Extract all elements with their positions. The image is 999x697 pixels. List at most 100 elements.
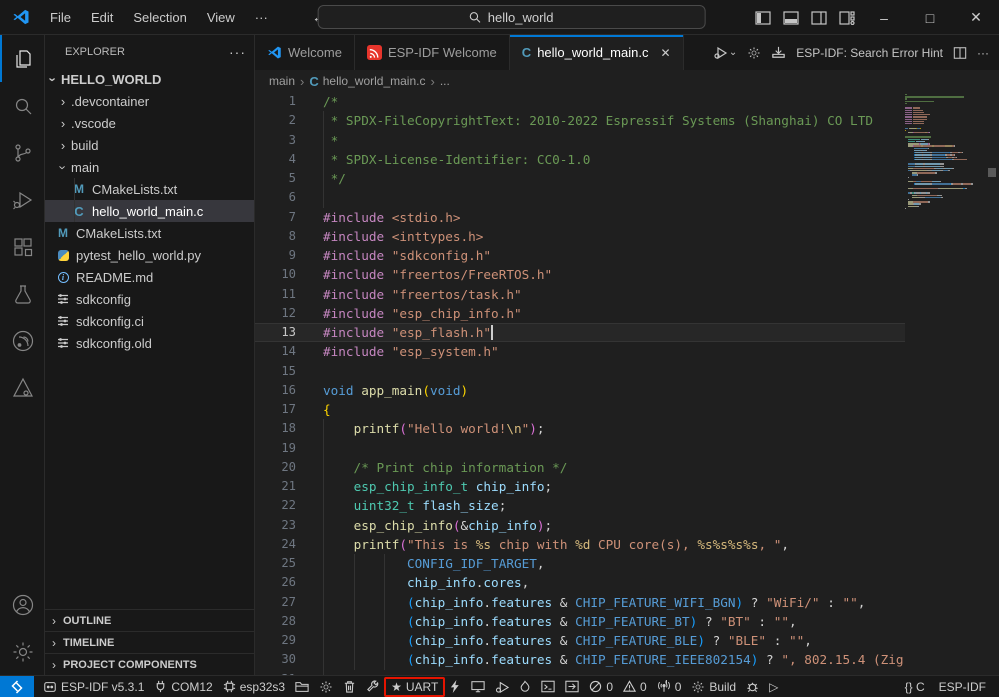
status-0[interactable]: 0 — [584, 676, 618, 697]
code-line-5[interactable]: 5 */ — [255, 169, 905, 188]
file-sdkconfig.ci[interactable]: sdkconfig.ci — [45, 310, 254, 332]
maximize-button[interactable]: □ — [907, 0, 953, 35]
activity-run-debug[interactable] — [0, 176, 44, 223]
status-trash[interactable] — [338, 676, 361, 697]
status-build[interactable]: Build — [686, 676, 741, 697]
breadcrumb-item[interactable]: main — [269, 74, 295, 88]
file-hello_world_main.c[interactable]: Chello_world_main.c — [45, 200, 254, 222]
menu-moremoremore[interactable]: ··· — [247, 6, 276, 29]
code-line-29[interactable]: 29 (chip_info.features & CHIP_FEATURE_BL… — [255, 631, 905, 650]
command-center-search[interactable]: hello_world — [317, 5, 705, 29]
run-dropdown-action[interactable]: ⌄ — [713, 45, 737, 61]
vertical-scrollbar[interactable] — [985, 92, 999, 675]
file-pytest_hello_world.py[interactable]: pytest_hello_world.py — [45, 244, 254, 266]
status-0[interactable]: 0 — [652, 676, 687, 697]
install-action[interactable] — [771, 45, 786, 60]
folder-main[interactable]: ›main — [45, 156, 254, 178]
panel-left-button[interactable] — [749, 4, 777, 32]
status-bug[interactable] — [741, 676, 764, 697]
activity-search[interactable] — [0, 82, 44, 129]
status-flame[interactable] — [514, 676, 536, 697]
code-line-24[interactable]: 24 printf("This is %s chip with %d CPU c… — [255, 535, 905, 554]
code-line-8[interactable]: 8#include <inttypes.h> — [255, 227, 905, 246]
file-sdkconfig[interactable]: sdkconfig — [45, 288, 254, 310]
code-line-31[interactable]: 31 — [255, 670, 905, 676]
section-timeline[interactable]: ›TIMELINE — [45, 631, 254, 653]
more-actions-icon[interactable]: ··· — [977, 46, 989, 60]
code-editor[interactable]: 1/*2 * SPDX-FileCopyrightText: 2010-2022… — [255, 92, 905, 675]
code-line-21[interactable]: 21 esp_chip_info_t chip_info; — [255, 477, 905, 496]
section-project-components[interactable]: ›PROJECT COMPONENTS — [45, 653, 254, 675]
tree-root[interactable]: ›HELLO_WORLD — [45, 68, 254, 90]
status-export[interactable] — [560, 676, 584, 697]
code-line-10[interactable]: 10#include "freertos/FreeRTOS.h" — [255, 265, 905, 284]
status-debug-start[interactable] — [490, 676, 514, 697]
code-line-23[interactable]: 23 esp_chip_info(&chip_info); — [255, 516, 905, 535]
status-folder[interactable] — [290, 676, 314, 697]
code-line-13[interactable]: 13#include "esp_flash.h" — [255, 323, 905, 342]
status-esp-idf[interactable]: ESP-IDF — [934, 676, 991, 697]
status-wrench[interactable] — [361, 676, 384, 697]
panel-right-button[interactable] — [805, 4, 833, 32]
status--c[interactable]: {} C — [900, 676, 930, 697]
gear-action[interactable] — [747, 46, 761, 60]
panel-bottom-button[interactable] — [777, 4, 805, 32]
status-0[interactable]: 0 — [618, 676, 652, 697]
tab-hello-world-main-c[interactable]: Chello_world_main.c✕ — [510, 35, 684, 70]
code-line-14[interactable]: 14#include "esp_system.h" — [255, 342, 905, 361]
file-CMakeLists.txt[interactable]: MCMakeLists.txt — [45, 222, 254, 244]
minimap[interactable] — [905, 92, 985, 675]
folder-.devcontainer[interactable]: ›.devcontainer — [45, 90, 254, 112]
code-line-15[interactable]: 15 — [255, 362, 905, 381]
section-outline[interactable]: ›OUTLINE — [45, 609, 254, 631]
explorer-more-actions-icon[interactable]: ··· — [229, 44, 246, 60]
status-remote[interactable] — [0, 676, 34, 697]
code-line-17[interactable]: 17{ — [255, 400, 905, 419]
activity-source-control[interactable] — [0, 129, 44, 176]
editor-action-hint[interactable]: ESP-IDF: Search Error Hint — [796, 46, 943, 60]
close-button[interactable]: ✕ — [953, 0, 999, 35]
code-line-9[interactable]: 9#include "sdkconfig.h" — [255, 246, 905, 265]
code-line-27[interactable]: 27 (chip_info.features & CHIP_FEATURE_WI… — [255, 593, 905, 612]
status-monitor[interactable] — [466, 676, 490, 697]
menu-selection[interactable]: Selection — [125, 6, 194, 29]
code-line-11[interactable]: 11#include "freertos/task.h" — [255, 285, 905, 304]
code-line-12[interactable]: 12#include "esp_chip_info.h" — [255, 304, 905, 323]
code-line-20[interactable]: 20 /* Print chip information */ — [255, 458, 905, 477]
activity-beaker[interactable] — [0, 270, 44, 317]
activity-account[interactable] — [0, 581, 44, 628]
activity-extensions[interactable] — [0, 223, 44, 270]
breadcrumb-item[interactable]: Chello_world_main.c — [309, 74, 425, 89]
minimize-button[interactable]: – — [861, 0, 907, 35]
status-esp32s3[interactable]: esp32s3 — [218, 676, 290, 697]
code-line-26[interactable]: 26 chip_info.cores, — [255, 573, 905, 592]
menu-edit[interactable]: Edit — [83, 6, 121, 29]
status-terminal[interactable] — [536, 676, 560, 697]
code-line-3[interactable]: 3 * — [255, 131, 905, 150]
activity-settings-gear[interactable] — [0, 628, 44, 675]
status-uart[interactable]: ★UART — [384, 677, 445, 697]
folder-.vscode[interactable]: ›.vscode — [45, 112, 254, 134]
breadcrumb-item[interactable]: ... — [440, 74, 450, 88]
code-line-2[interactable]: 2 * SPDX-FileCopyrightText: 2010-2022 Es… — [255, 111, 905, 130]
code-line-18[interactable]: 18 printf("Hello world!\n"); — [255, 419, 905, 438]
activity-files[interactable] — [0, 35, 44, 82]
code-line-19[interactable]: 19 — [255, 439, 905, 458]
code-line-25[interactable]: 25 CONFIG_IDF_TARGET, — [255, 554, 905, 573]
split-action[interactable] — [953, 46, 967, 60]
file-CMakeLists.txt[interactable]: MCMakeLists.txt — [45, 178, 254, 200]
close-icon[interactable]: ✕ — [660, 46, 670, 60]
code-line-16[interactable]: 16void app_main(void) — [255, 381, 905, 400]
file-sdkconfig.old[interactable]: sdkconfig.old — [45, 332, 254, 354]
menu-file[interactable]: File — [42, 6, 79, 29]
status-com12[interactable]: COM12 — [149, 676, 217, 697]
status-play[interactable]: ▷ — [764, 676, 783, 697]
menu-view[interactable]: View — [199, 6, 243, 29]
code-line-7[interactable]: 7#include <stdio.h> — [255, 208, 905, 227]
folder-build[interactable]: ›build — [45, 134, 254, 156]
code-line-4[interactable]: 4 * SPDX-License-Identifier: CC0-1.0 — [255, 150, 905, 169]
code-line-22[interactable]: 22 uint32_t flash_size; — [255, 496, 905, 515]
layout-customize-button[interactable] — [833, 4, 861, 32]
activity-espressif[interactable] — [0, 317, 44, 364]
status-bolt[interactable] — [445, 676, 466, 697]
